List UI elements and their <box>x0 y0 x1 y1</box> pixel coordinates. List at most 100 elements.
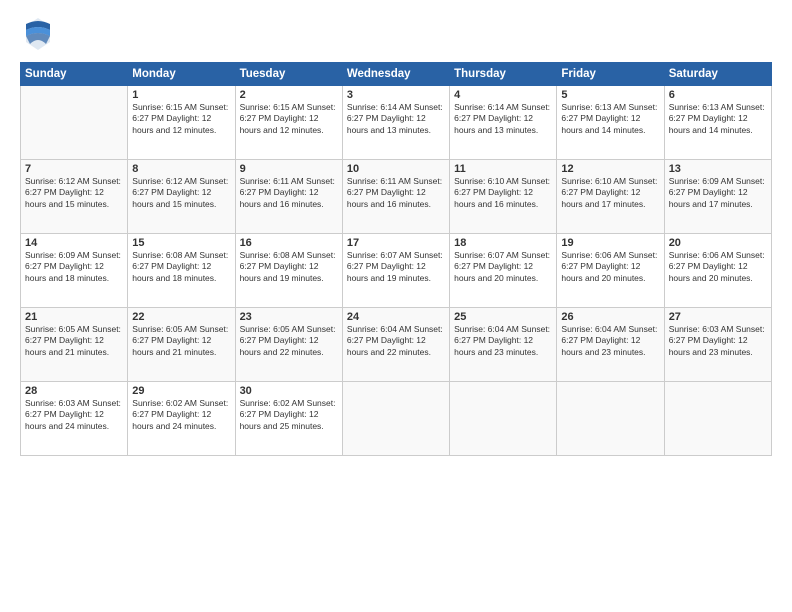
day-info: Sunrise: 6:06 AM Sunset: 6:27 PM Dayligh… <box>669 250 767 284</box>
day-number: 6 <box>669 89 767 101</box>
day-number: 5 <box>561 89 659 101</box>
day-number: 23 <box>240 311 338 323</box>
weekday-header-cell: Monday <box>128 63 235 86</box>
day-number: 17 <box>347 237 445 249</box>
day-info: Sunrise: 6:06 AM Sunset: 6:27 PM Dayligh… <box>561 250 659 284</box>
day-info: Sunrise: 6:08 AM Sunset: 6:27 PM Dayligh… <box>132 250 230 284</box>
calendar-cell: 21Sunrise: 6:05 AM Sunset: 6:27 PM Dayli… <box>21 308 128 382</box>
day-number: 21 <box>25 311 123 323</box>
calendar-cell: 5Sunrise: 6:13 AM Sunset: 6:27 PM Daylig… <box>557 86 664 160</box>
logo <box>20 16 60 52</box>
day-number: 3 <box>347 89 445 101</box>
calendar-cell: 8Sunrise: 6:12 AM Sunset: 6:27 PM Daylig… <box>128 160 235 234</box>
day-info: Sunrise: 6:12 AM Sunset: 6:27 PM Dayligh… <box>132 176 230 210</box>
day-number: 16 <box>240 237 338 249</box>
calendar-cell: 29Sunrise: 6:02 AM Sunset: 6:27 PM Dayli… <box>128 382 235 456</box>
calendar-body: 1Sunrise: 6:15 AM Sunset: 6:27 PM Daylig… <box>21 86 772 456</box>
calendar-cell: 10Sunrise: 6:11 AM Sunset: 6:27 PM Dayli… <box>342 160 449 234</box>
day-info: Sunrise: 6:11 AM Sunset: 6:27 PM Dayligh… <box>347 176 445 210</box>
day-number: 11 <box>454 163 552 175</box>
header <box>20 16 772 52</box>
day-number: 9 <box>240 163 338 175</box>
calendar-cell: 28Sunrise: 6:03 AM Sunset: 6:27 PM Dayli… <box>21 382 128 456</box>
calendar-cell: 30Sunrise: 6:02 AM Sunset: 6:27 PM Dayli… <box>235 382 342 456</box>
day-number: 24 <box>347 311 445 323</box>
calendar-week-row: 1Sunrise: 6:15 AM Sunset: 6:27 PM Daylig… <box>21 86 772 160</box>
day-number: 20 <box>669 237 767 249</box>
day-info: Sunrise: 6:05 AM Sunset: 6:27 PM Dayligh… <box>132 324 230 358</box>
calendar-cell: 9Sunrise: 6:11 AM Sunset: 6:27 PM Daylig… <box>235 160 342 234</box>
calendar-cell: 24Sunrise: 6:04 AM Sunset: 6:27 PM Dayli… <box>342 308 449 382</box>
day-number: 29 <box>132 385 230 397</box>
calendar-cell: 16Sunrise: 6:08 AM Sunset: 6:27 PM Dayli… <box>235 234 342 308</box>
calendar-cell: 22Sunrise: 6:05 AM Sunset: 6:27 PM Dayli… <box>128 308 235 382</box>
day-number: 19 <box>561 237 659 249</box>
weekday-header-cell: Sunday <box>21 63 128 86</box>
calendar-cell: 27Sunrise: 6:03 AM Sunset: 6:27 PM Dayli… <box>664 308 771 382</box>
day-info: Sunrise: 6:14 AM Sunset: 6:27 PM Dayligh… <box>347 102 445 136</box>
day-info: Sunrise: 6:07 AM Sunset: 6:27 PM Dayligh… <box>454 250 552 284</box>
day-number: 2 <box>240 89 338 101</box>
day-info: Sunrise: 6:02 AM Sunset: 6:27 PM Dayligh… <box>132 398 230 432</box>
calendar-week-row: 28Sunrise: 6:03 AM Sunset: 6:27 PM Dayli… <box>21 382 772 456</box>
calendar-cell: 11Sunrise: 6:10 AM Sunset: 6:27 PM Dayli… <box>450 160 557 234</box>
day-info: Sunrise: 6:13 AM Sunset: 6:27 PM Dayligh… <box>561 102 659 136</box>
calendar-cell <box>450 382 557 456</box>
day-info: Sunrise: 6:03 AM Sunset: 6:27 PM Dayligh… <box>669 324 767 358</box>
day-info: Sunrise: 6:15 AM Sunset: 6:27 PM Dayligh… <box>132 102 230 136</box>
day-info: Sunrise: 6:04 AM Sunset: 6:27 PM Dayligh… <box>454 324 552 358</box>
day-info: Sunrise: 6:04 AM Sunset: 6:27 PM Dayligh… <box>561 324 659 358</box>
day-number: 10 <box>347 163 445 175</box>
calendar-cell: 25Sunrise: 6:04 AM Sunset: 6:27 PM Dayli… <box>450 308 557 382</box>
calendar-cell: 19Sunrise: 6:06 AM Sunset: 6:27 PM Dayli… <box>557 234 664 308</box>
day-info: Sunrise: 6:13 AM Sunset: 6:27 PM Dayligh… <box>669 102 767 136</box>
calendar-cell: 14Sunrise: 6:09 AM Sunset: 6:27 PM Dayli… <box>21 234 128 308</box>
weekday-header-cell: Wednesday <box>342 63 449 86</box>
page: SundayMondayTuesdayWednesdayThursdayFrid… <box>0 0 792 612</box>
day-number: 7 <box>25 163 123 175</box>
day-number: 14 <box>25 237 123 249</box>
day-info: Sunrise: 6:05 AM Sunset: 6:27 PM Dayligh… <box>25 324 123 358</box>
day-number: 12 <box>561 163 659 175</box>
weekday-header-cell: Thursday <box>450 63 557 86</box>
weekday-header-cell: Friday <box>557 63 664 86</box>
logo-icon <box>20 16 56 52</box>
weekday-header-row: SundayMondayTuesdayWednesdayThursdayFrid… <box>21 63 772 86</box>
calendar-cell <box>664 382 771 456</box>
calendar-cell <box>342 382 449 456</box>
calendar-cell: 2Sunrise: 6:15 AM Sunset: 6:27 PM Daylig… <box>235 86 342 160</box>
calendar-cell: 20Sunrise: 6:06 AM Sunset: 6:27 PM Dayli… <box>664 234 771 308</box>
day-number: 27 <box>669 311 767 323</box>
weekday-header-cell: Saturday <box>664 63 771 86</box>
calendar-cell: 18Sunrise: 6:07 AM Sunset: 6:27 PM Dayli… <box>450 234 557 308</box>
day-info: Sunrise: 6:09 AM Sunset: 6:27 PM Dayligh… <box>25 250 123 284</box>
calendar-cell <box>557 382 664 456</box>
calendar-cell <box>21 86 128 160</box>
calendar-cell: 7Sunrise: 6:12 AM Sunset: 6:27 PM Daylig… <box>21 160 128 234</box>
day-info: Sunrise: 6:11 AM Sunset: 6:27 PM Dayligh… <box>240 176 338 210</box>
weekday-header-cell: Tuesday <box>235 63 342 86</box>
day-info: Sunrise: 6:10 AM Sunset: 6:27 PM Dayligh… <box>454 176 552 210</box>
calendar-cell: 12Sunrise: 6:10 AM Sunset: 6:27 PM Dayli… <box>557 160 664 234</box>
day-info: Sunrise: 6:15 AM Sunset: 6:27 PM Dayligh… <box>240 102 338 136</box>
calendar-cell: 17Sunrise: 6:07 AM Sunset: 6:27 PM Dayli… <box>342 234 449 308</box>
day-number: 1 <box>132 89 230 101</box>
day-number: 4 <box>454 89 552 101</box>
calendar-cell: 4Sunrise: 6:14 AM Sunset: 6:27 PM Daylig… <box>450 86 557 160</box>
day-info: Sunrise: 6:07 AM Sunset: 6:27 PM Dayligh… <box>347 250 445 284</box>
calendar-week-row: 7 Sunrise: 6:12 AM Sunset: 6:27 PM Daylig… <box>21 160 772 234</box>
calendar-cell: 1Sunrise: 6:15 AM Sunset: 6:27 PM Daylig… <box>128 86 235 160</box>
day-info: Sunrise: 6:10 AM Sunset: 6:27 PM Dayligh… <box>561 176 659 210</box>
day-number: 8 <box>132 163 230 175</box>
calendar-cell: 6Sunrise: 6:13 AM Sunset: 6:27 PM Daylig… <box>664 86 771 160</box>
day-number: 22 <box>132 311 230 323</box>
calendar-week-row: 14Sunrise: 6:09 AM Sunset: 6:27 PM Dayli… <box>21 234 772 308</box>
day-info: Sunrise: 6:09 AM Sunset: 6:27 PM Dayligh… <box>669 176 767 210</box>
day-info: Sunrise: 6:03 AM Sunset: 6:27 PM Dayligh… <box>25 398 123 432</box>
calendar-cell: 15Sunrise: 6:08 AM Sunset: 6:27 PM Dayli… <box>128 234 235 308</box>
day-info: Sunrise: 6:14 AM Sunset: 6:27 PM Dayligh… <box>454 102 552 136</box>
day-number: 13 <box>669 163 767 175</box>
calendar-table: SundayMondayTuesdayWednesdayThursdayFrid… <box>20 62 772 456</box>
day-info: Sunrise: 6:08 AM Sunset: 6:27 PM Dayligh… <box>240 250 338 284</box>
calendar-cell: 26Sunrise: 6:04 AM Sunset: 6:27 PM Dayli… <box>557 308 664 382</box>
